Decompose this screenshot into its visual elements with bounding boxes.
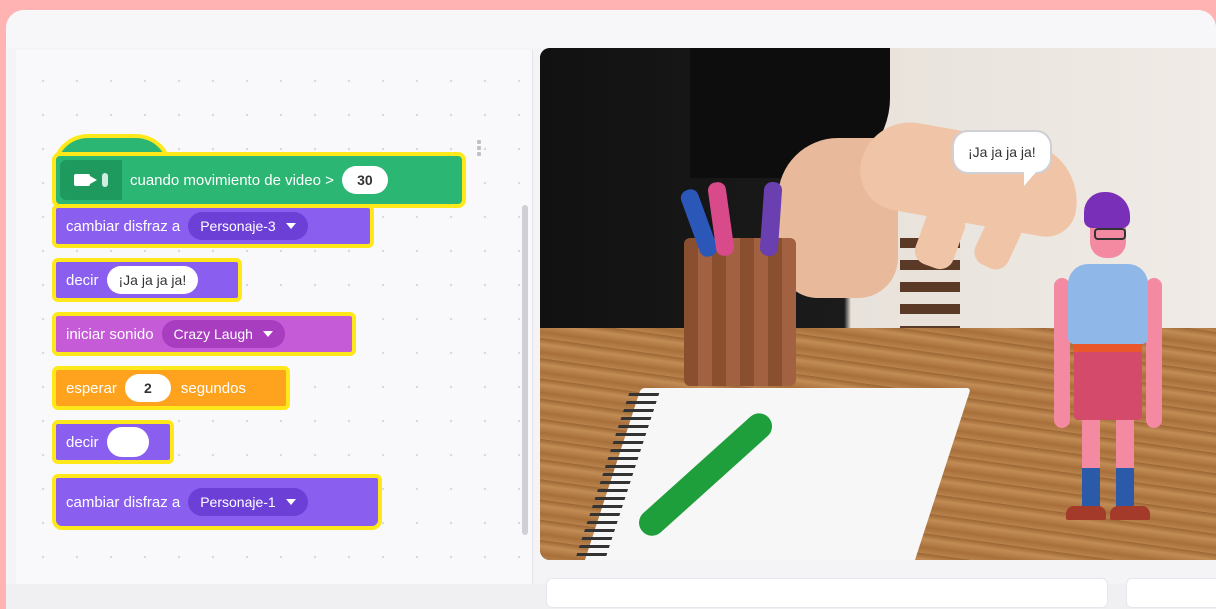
character-shoe-left [1066,506,1106,520]
chevron-down-icon [285,499,296,505]
sound-dropdown[interactable]: Crazy Laugh [161,320,285,348]
character-sock-left [1082,468,1100,508]
video-sensing-icon [60,160,122,200]
say-block[interactable]: decir ¡Ja ja ja ja! [52,258,242,302]
block-label: cuando movimiento de video > [130,171,334,189]
when-video-motion-block[interactable]: cuando movimiento de video > 30 [52,152,466,208]
top-bar [6,10,1216,48]
dropdown-value: Crazy Laugh [173,326,253,342]
block-suffix: segundos [180,379,246,397]
say-block-empty[interactable]: decir [52,420,174,464]
chevron-down-icon [262,331,273,337]
sprite-character[interactable] [1040,188,1170,538]
block-label: decir [66,271,99,289]
motion-threshold-input[interactable]: 30 [341,166,388,194]
switch-costume-block[interactable]: cambiar disfraz a Personaje-1 [52,474,382,530]
say-text-input-empty[interactable] [106,427,149,457]
dropdown-value: Personaje-1 [200,494,276,510]
dropdown-value: Personaje-3 [200,218,276,234]
code-area[interactable]: cuando movimiento de video > 30 cambiar … [16,50,533,584]
say-text-input[interactable]: ¡Ja ja ja ja! [106,266,199,294]
block-label: decir [66,433,99,451]
character-glasses [1094,228,1126,240]
stage-panel[interactable] [1126,578,1216,608]
zoom-controls-icon[interactable] [476,138,482,166]
wait-seconds-input[interactable]: 2 [124,374,171,402]
character-shorts [1074,350,1142,420]
character-shoe-right [1110,506,1150,520]
block-label: esperar [66,379,117,397]
switch-costume-block[interactable]: cambiar disfraz a Personaje-3 [52,204,374,248]
block-label: iniciar sonido [66,325,154,343]
character-sock-right [1116,468,1134,508]
sprite-speech-bubble: ¡Ja ja ja ja! [952,130,1052,186]
code-area-scrollbar[interactable] [522,205,528,535]
stage-video-feed[interactable]: ¡Ja ja ja ja! [540,48,1216,560]
video-pencil-cup [684,238,796,386]
camera-icon [74,174,97,186]
sprite-info-panel[interactable] [546,578,1108,608]
costume-dropdown[interactable]: Personaje-3 [188,212,308,240]
person-icon [102,173,108,187]
block-label: cambiar disfraz a [66,493,181,511]
character-arm-right [1146,278,1162,428]
wait-block[interactable]: esperar 2 segundos [52,366,290,410]
start-sound-block[interactable]: iniciar sonido Crazy Laugh [52,312,356,356]
chevron-down-icon [285,223,296,229]
costume-dropdown[interactable]: Personaje-1 [188,488,308,516]
block-label: cambiar disfraz a [66,217,181,235]
character-hair [1084,192,1130,228]
character-shirt [1068,264,1148,344]
